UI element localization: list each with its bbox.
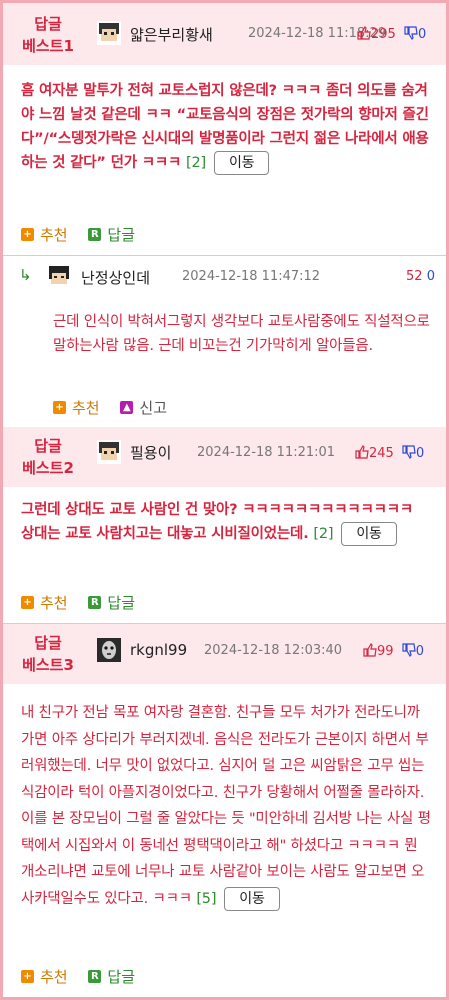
timestamp: 2024-12-18 11:21:01 [197, 445, 336, 460]
move-button[interactable]: 이동 [213, 151, 270, 175]
upvote-count: 52 [406, 269, 423, 284]
comment-header: 답글 베스트1 얇은부리황새 2024-12-18 11:18:29 295 0 [3, 3, 446, 65]
pixel-avatar-icon [97, 440, 121, 464]
thumbs-up-icon[interactable] [363, 643, 377, 657]
reply-button[interactable]: R 답글 [88, 224, 135, 245]
pixel-avatar-icon [97, 21, 121, 45]
plus-icon: + [53, 401, 66, 414]
nickname[interactable]: 얇은부리황새 [130, 24, 213, 45]
thumbs-down-icon[interactable] [402, 643, 416, 657]
move-button[interactable]: 이동 [341, 522, 397, 546]
reply-icon: R [88, 228, 102, 241]
comment-actions: + 추천 R 답글 [21, 223, 151, 245]
thumbs-up-icon[interactable] [357, 26, 371, 40]
nickname[interactable]: 난정상인데 [81, 267, 150, 288]
upvote-count: 295 [371, 27, 396, 42]
best-badge: 답글 베스트1 [22, 15, 74, 55]
alarm-icon: ▲ [120, 401, 134, 414]
comment-body: 근데 인식이 박혀서그렇지 생각보다 교토사람중에도 직설적으로 말하는사람 많… [53, 314, 430, 354]
upvote-count: 99 [377, 644, 394, 659]
avatar[interactable] [97, 440, 121, 464]
thumbs-down-icon[interactable] [404, 26, 418, 40]
photo-avatar-icon [97, 638, 121, 662]
nickname[interactable]: 필용이 [130, 442, 171, 463]
upvote-count: 245 [369, 446, 394, 461]
reply-count: [2] [185, 155, 206, 171]
best-badge: 답글 베스트2 [22, 437, 74, 477]
recommend-button[interactable]: + 추천 [21, 966, 68, 987]
timestamp: 2024-12-18 12:03:40 [204, 643, 343, 658]
reply-button[interactable]: R 답글 [88, 592, 135, 613]
avatar[interactable] [47, 264, 71, 288]
comment-list: 답글 베스트1 얇은부리황새 2024-12-18 11:18:29 295 0… [0, 0, 449, 1000]
downvote-count: 0 [415, 446, 425, 461]
vote-counts: 245 0 [355, 445, 424, 461]
reply-count: [5] [196, 890, 217, 907]
comment-body: 흠 여자분 말투가 전혀 교토스럽지 않은데? ㅋㅋㅋ 좀더 의도를 숨겨야 느… [21, 79, 431, 175]
reply-icon: R [88, 596, 102, 609]
plus-icon: + [21, 228, 34, 241]
avatar[interactable] [97, 638, 121, 662]
vote-counts: 52 0 [406, 269, 435, 284]
pixel-avatar-icon [47, 264, 71, 288]
nickname[interactable]: rkgnl99 [130, 641, 187, 659]
downvote-count: 0 [426, 269, 435, 284]
comment-header: 답글 베스트2 필용이 2024-12-18 11:21:01 245 0 [3, 427, 446, 487]
recommend-button[interactable]: + 추천 [21, 592, 68, 613]
best-badge: 답글 베스트3 [22, 634, 74, 674]
reply-count: [2] [313, 526, 334, 542]
move-button[interactable]: 이동 [224, 886, 280, 911]
divider [3, 255, 446, 256]
vote-counts: 99 0 [363, 643, 424, 659]
vote-counts: 295 0 [357, 26, 426, 42]
thumbs-up-icon[interactable] [355, 445, 369, 459]
comment-header: 답글 베스트3 rkgnl99 2024-12-18 12:03:40 99 0 [3, 624, 446, 684]
thumbs-down-icon[interactable] [402, 445, 416, 459]
plus-icon: + [21, 970, 34, 983]
plus-icon: + [21, 596, 34, 609]
downvote-count: 0 [417, 27, 427, 42]
reply-button[interactable]: R 답글 [88, 966, 135, 987]
comment-actions: + 추천 R 답글 [21, 591, 151, 613]
reply-arrow-icon: ↳ [19, 266, 32, 284]
comment-body: 그런데 상대도 교토 사람인 건 맞아? ㅋㅋㅋㅋㅋㅋㅋㅋㅋㅋㅋㅋㅋ 상대는 교… [21, 498, 431, 546]
comment-body: 내 친구가 전남 목포 여자랑 결혼함. 친구들 모두 처가가 전라도니까 가면… [21, 700, 433, 912]
comment-actions: + 추천 ▲ 신고 [53, 396, 183, 418]
comment-actions: + 추천 R 답글 [21, 965, 151, 987]
recommend-button[interactable]: + 추천 [53, 397, 100, 418]
recommend-button[interactable]: + 추천 [21, 224, 68, 245]
timestamp: 2024-12-18 11:47:12 [182, 269, 321, 284]
reply-icon: R [88, 970, 102, 983]
avatar[interactable] [97, 21, 121, 45]
report-button[interactable]: ▲ 신고 [120, 397, 167, 418]
downvote-count: 0 [415, 644, 424, 659]
